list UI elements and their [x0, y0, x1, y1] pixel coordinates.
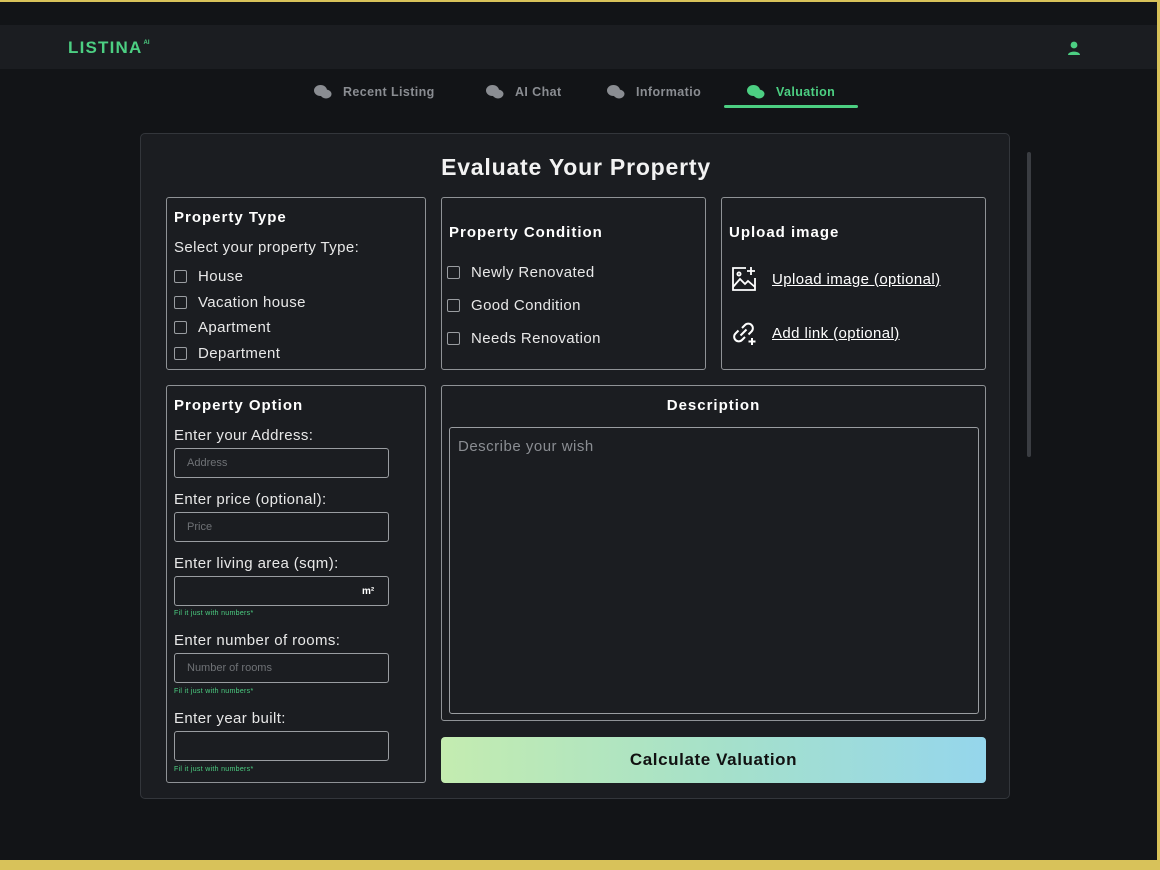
- checkbox-label: Newly Renovated: [471, 264, 595, 281]
- rooms-hint: Fil it just with numbers*: [174, 688, 254, 695]
- app-frame: LISTINAAI Recent Listing AI Chat Informa…: [0, 2, 1157, 860]
- property-condition-panel: Property Condition Newly Renovated Good …: [441, 197, 706, 370]
- year-built-label: Enter year built:: [174, 710, 286, 727]
- address-input[interactable]: [174, 448, 389, 478]
- tab-label: AI Chat: [515, 85, 562, 99]
- tab-ai-chat[interactable]: AI Chat: [485, 76, 562, 108]
- checkbox-label: House: [198, 268, 244, 285]
- chat-bubbles-icon: [747, 85, 765, 99]
- checkbox[interactable]: [174, 347, 187, 360]
- checkbox[interactable]: [174, 296, 187, 309]
- scrollbar[interactable]: [1027, 152, 1031, 457]
- tab-label: Informatio: [636, 85, 702, 99]
- page-title: Evaluate Your Property: [441, 154, 711, 180]
- description-panel: Description: [441, 385, 986, 721]
- living-area-label: Enter living area (sqm):: [174, 555, 339, 572]
- checkbox-label: Good Condition: [471, 297, 581, 314]
- tab-information[interactable]: Informatio: [606, 76, 701, 108]
- year-built-input[interactable]: [174, 731, 389, 761]
- checkbox[interactable]: [174, 270, 187, 283]
- property-type-panel: Property Type Select your property Type:…: [166, 197, 426, 370]
- checkbox[interactable]: [447, 332, 460, 345]
- area-hint: Fil it just with numbers*: [174, 610, 254, 617]
- panel-title: Upload image: [729, 224, 840, 241]
- active-tab-indicator: [724, 105, 858, 108]
- tab-label: Valuation: [776, 85, 836, 99]
- checkbox-label: Needs Renovation: [471, 330, 601, 347]
- add-link-link[interactable]: Add link (optional): [730, 319, 900, 347]
- add-link-label: Add link (optional): [772, 324, 900, 342]
- checkbox-label: Apartment: [198, 319, 271, 336]
- area-unit: m²: [362, 586, 375, 597]
- user-icon[interactable]: [1066, 40, 1082, 56]
- upload-panel: Upload image Upload image (optional) Add…: [721, 197, 986, 370]
- checkbox-needs-renovation[interactable]: Needs Renovation: [447, 330, 601, 347]
- rooms-input[interactable]: [174, 653, 389, 683]
- panel-title: Description: [666, 397, 761, 414]
- checkbox-newly-renovated[interactable]: Newly Renovated: [447, 264, 595, 281]
- checkbox[interactable]: [174, 321, 187, 334]
- checkbox-department[interactable]: Department: [174, 345, 280, 362]
- tab-label: Recent Listing: [343, 85, 435, 99]
- property-option-panel: Property Option Enter your Address: Ente…: [166, 385, 426, 783]
- panel-title: Property Condition: [449, 224, 603, 241]
- year-hint: Fil it just with numbers*: [174, 766, 254, 773]
- logo-text: LISTINA: [68, 38, 143, 57]
- panel-subtitle: Select your property Type:: [174, 239, 360, 256]
- tab-recent-listing[interactable]: Recent Listing: [313, 76, 435, 108]
- upload-image-link[interactable]: Upload image (optional): [730, 265, 940, 293]
- panel-title: Property Type: [174, 209, 287, 226]
- living-area-input[interactable]: [174, 576, 389, 606]
- top-bar: [0, 25, 1157, 69]
- checkbox[interactable]: [447, 266, 460, 279]
- chat-bubbles-icon: [486, 85, 504, 99]
- address-label: Enter your Address:: [174, 427, 314, 444]
- logo[interactable]: LISTINAAI: [68, 38, 150, 58]
- checkbox-apartment[interactable]: Apartment: [174, 319, 271, 336]
- price-input[interactable]: [174, 512, 389, 542]
- rooms-label: Enter number of rooms:: [174, 632, 341, 649]
- checkbox-house[interactable]: House: [174, 268, 243, 285]
- checkbox-label: Vacation house: [198, 294, 306, 311]
- image-add-icon: [732, 267, 756, 291]
- calculate-valuation-button[interactable]: Calculate Valuation: [441, 737, 986, 783]
- chat-bubbles-icon: [607, 85, 625, 99]
- valuation-card: Evaluate Your Property Property Type Sel…: [140, 133, 1010, 799]
- price-label: Enter price (optional):: [174, 491, 327, 508]
- link-add-icon: [733, 322, 756, 345]
- description-textarea[interactable]: [449, 427, 979, 714]
- panel-title: Property Option: [174, 397, 304, 414]
- tab-bar: Recent Listing AI Chat Informatio Valuat…: [0, 76, 1157, 110]
- chat-bubbles-icon: [314, 85, 332, 99]
- checkbox-good-condition[interactable]: Good Condition: [447, 297, 581, 314]
- logo-suffix: AI: [143, 40, 150, 46]
- checkbox[interactable]: [447, 299, 460, 312]
- upload-image-label: Upload image (optional): [772, 270, 941, 288]
- checkbox-label: Department: [198, 345, 281, 362]
- checkbox-vacation-house[interactable]: Vacation house: [174, 294, 306, 311]
- tab-valuation[interactable]: Valuation: [746, 76, 835, 108]
